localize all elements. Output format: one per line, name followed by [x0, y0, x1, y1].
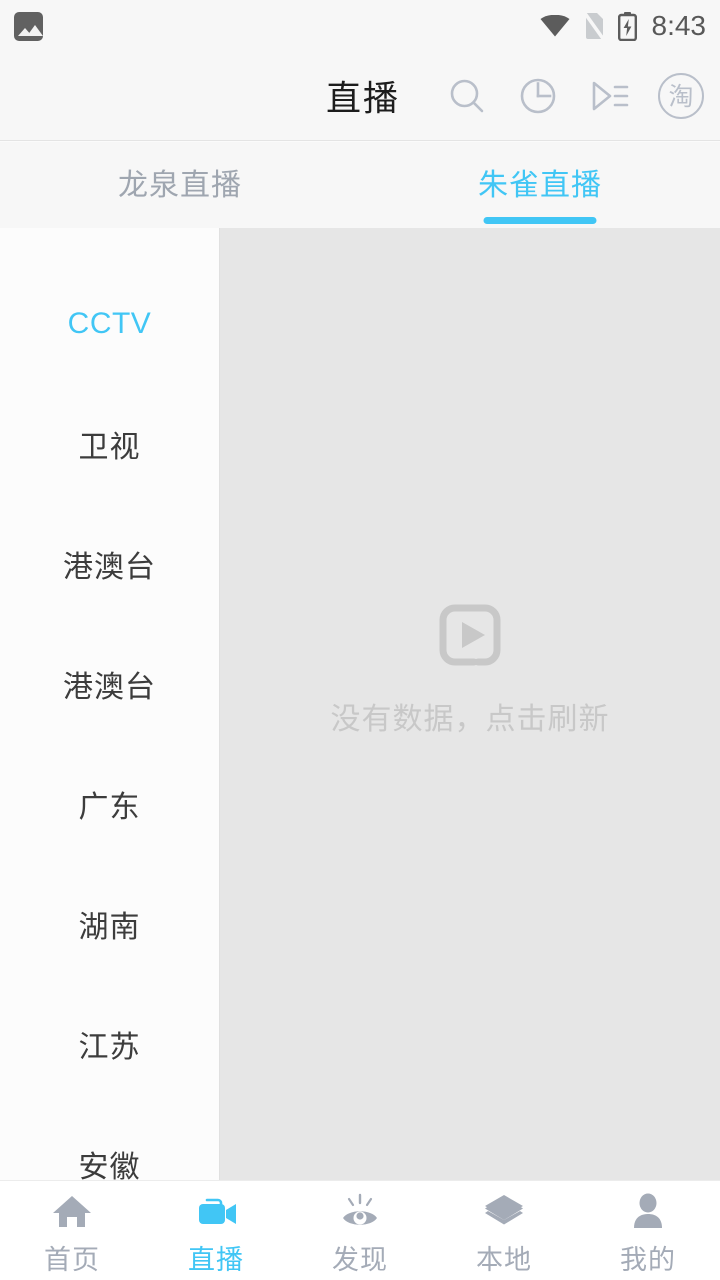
sidebar-item-label: 江苏 [78, 1030, 141, 1065]
play-video-placeholder-icon [439, 604, 501, 666]
bottom-navigation: 首页 直播 发现 本地 我的 [0, 1180, 720, 1280]
nav-item-home[interactable]: 首页 [0, 1181, 144, 1280]
live-source-tabs: 龙泉直播 朱雀直播 [0, 142, 720, 228]
tab-zhuque-live[interactable]: 朱雀直播 [360, 142, 720, 228]
nav-item-profile[interactable]: 我的 [576, 1181, 720, 1280]
layers-icon [485, 1194, 523, 1224]
sidebar-item-label: 湖南 [78, 910, 141, 945]
video-camera-icon [199, 1198, 236, 1224]
home-icon [53, 1195, 91, 1227]
taobao-icon[interactable]: 淘 [658, 73, 704, 119]
history-clock-icon[interactable] [516, 74, 560, 118]
sidebar-item-label: 卫视 [78, 430, 141, 465]
person-icon [634, 1193, 662, 1228]
body-area: CCTV 卫视 港澳台 港澳台 广东 湖南 江苏 安徽 没有数据，点击刷新 [0, 228, 720, 1180]
sidebar-item-weishi[interactable]: 卫视 [0, 384, 219, 504]
sidebar-item-cctv[interactable]: CCTV [0, 264, 219, 384]
sidebar-item-label: 广东 [78, 790, 141, 825]
app-root: 8:43 直播 淘 龙泉直播 朱雀直播 CCTV 卫视 港澳台 港澳台 广东 湖… [0, 0, 720, 1280]
nav-item-label: 直播 [188, 1244, 244, 1276]
category-sidebar[interactable]: CCTV 卫视 港澳台 港澳台 广东 湖南 江苏 安徽 [0, 228, 220, 1180]
channel-content-panel: 没有数据，点击刷新 [220, 228, 720, 1180]
tab-active-underline [483, 217, 597, 224]
screenshot-image-icon [14, 11, 43, 41]
sidebar-item-label: 港澳台 [63, 670, 156, 705]
page-title: 直播 [326, 79, 401, 120]
wifi-icon [540, 15, 569, 37]
sidebar-item-gangaotai-2[interactable]: 港澳台 [0, 624, 219, 744]
sidebar-item-label: 港澳台 [63, 550, 156, 585]
nav-item-live[interactable]: 直播 [144, 1181, 288, 1280]
status-bar-clock: 8:43 [651, 10, 707, 41]
sidebar-item-label: CCTV [67, 307, 152, 340]
sidebar-item-label: 安徽 [78, 1150, 141, 1180]
nav-item-label: 我的 [620, 1244, 676, 1276]
no-sim-icon [582, 12, 605, 40]
sidebar-item-gangaotai-1[interactable]: 港澳台 [0, 504, 219, 624]
sidebar-item-jiangsu[interactable]: 江苏 [0, 984, 219, 1104]
nav-item-label: 本地 [476, 1244, 532, 1276]
battery-charging-icon [617, 11, 637, 41]
sidebar-item-anhui[interactable]: 安徽 [0, 1104, 219, 1180]
eye-discover-icon [343, 1193, 377, 1225]
tab-longquan-live[interactable]: 龙泉直播 [0, 142, 360, 228]
status-bar-left [14, 11, 43, 41]
status-bar-right: 8:43 [540, 10, 707, 41]
empty-state-refresh[interactable]: 没有数据，点击刷新 [331, 598, 610, 738]
tab-label: 龙泉直播 [118, 168, 242, 203]
tab-label: 朱雀直播 [478, 168, 602, 203]
playlist-icon[interactable] [587, 74, 631, 118]
sidebar-item-guangdong[interactable]: 广东 [0, 744, 219, 864]
sidebar-item-hunan[interactable]: 湖南 [0, 864, 219, 984]
search-icon[interactable] [445, 74, 489, 118]
status-bar: 8:43 [0, 0, 720, 52]
nav-item-local[interactable]: 本地 [432, 1181, 576, 1280]
header-actions: 淘 [445, 73, 704, 119]
nav-item-label: 首页 [44, 1244, 100, 1276]
nav-item-label: 发现 [332, 1244, 388, 1276]
nav-item-discover[interactable]: 发现 [288, 1181, 432, 1280]
app-header: 直播 淘 [0, 52, 720, 141]
empty-state-text: 没有数据，点击刷新 [330, 702, 610, 737]
